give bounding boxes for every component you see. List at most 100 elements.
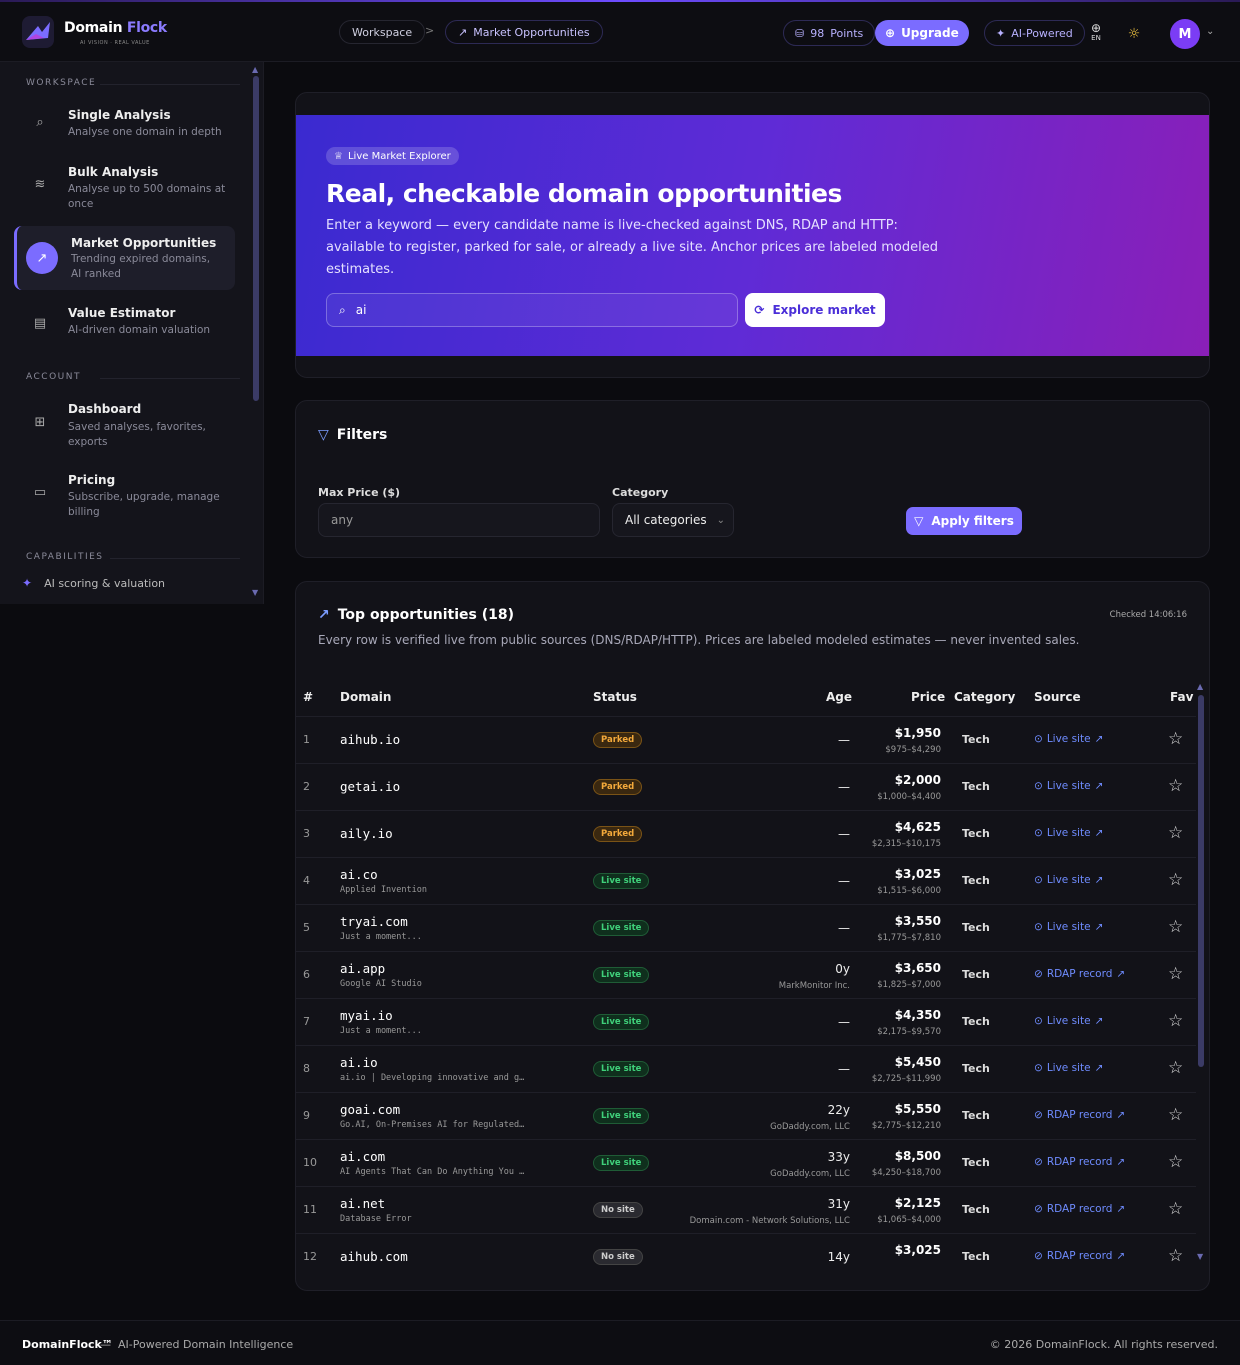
table-row[interactable]: 6 ai.app Google AI Studio Live site 0y MarkMo…	[296, 951, 1196, 998]
apply-filters-button[interactable]: ▽ Apply filters	[906, 507, 1022, 535]
sparkle-icon: ✦	[22, 576, 33, 590]
breadcrumb-current[interactable]: ↗ Market Opportunities	[445, 20, 603, 44]
sidebar-item-bulk-analysis[interactable]: ≋ Bulk Analysis Analyse up to 500 domain…	[14, 154, 235, 214]
favorite-star-icon[interactable]: ☆	[1168, 1199, 1183, 1219]
source-link[interactable]: ⊘ RDAP record ↗	[1034, 968, 1125, 980]
domain-name[interactable]: getai.io	[340, 779, 400, 794]
table-row[interactable]: 11 ai.net Database Error No site 31y Domain.c…	[296, 1186, 1196, 1233]
price-estimate: $3,025	[894, 867, 941, 881]
table-row[interactable]: 12 aihub.com No site 14y $3,025 Tech ⊘ RDAP rec…	[296, 1233, 1196, 1280]
table-row[interactable]: 2 getai.io Parked — $2,000 $1,000–$4,400 Tech ⊙…	[296, 763, 1196, 810]
source-link[interactable]: ⊘ RDAP record ↗	[1034, 1203, 1125, 1215]
domain-name[interactable]: ai.com	[340, 1149, 385, 1164]
source-link[interactable]: ⊙ Live site ↗	[1034, 874, 1103, 886]
source-link[interactable]: ⊙ Live site ↗	[1034, 827, 1103, 839]
sidebar-item-single-analysis[interactable]: ⌕ Single Analysis Analyse one domain in …	[14, 96, 235, 148]
status-badge: No site	[593, 1202, 643, 1218]
row-number: 7	[303, 1015, 310, 1028]
external-link-icon: ↗	[1094, 874, 1104, 886]
domainflock-logo-icon[interactable]	[22, 16, 54, 48]
domain-name[interactable]: tryai.com	[340, 914, 408, 929]
favorite-star-icon[interactable]: ☆	[1168, 823, 1183, 843]
table-row[interactable]: 7 myai.io Just a moment... Live site — $4,350…	[296, 998, 1196, 1045]
breadcrumb-workspace[interactable]: Workspace	[339, 20, 426, 44]
source-link[interactable]: ⊘ RDAP record ↗	[1034, 1109, 1125, 1121]
favorite-star-icon[interactable]: ☆	[1168, 917, 1183, 937]
language-switcher[interactable]: ⊕ EN	[1088, 22, 1104, 42]
upgrade-button[interactable]: ⊕ Upgrade	[875, 20, 969, 46]
theme-toggle-sun-icon[interactable]: ☼	[1126, 26, 1142, 42]
external-link-icon: ↗	[1094, 921, 1104, 933]
source-link[interactable]: ⊙ Live site ↗	[1034, 733, 1103, 745]
table-row[interactable]: 1 aihub.io Parked — $1,950 $975–$4,290 Tech ⊙ Li…	[296, 716, 1196, 763]
sidebar-scrollbar[interactable]	[253, 76, 259, 401]
sidebar-item-pricing[interactable]: ▭ Pricing Subscribe, upgrade, manage bil…	[14, 462, 235, 522]
site-title: Google AI Studio	[340, 979, 422, 989]
source-link[interactable]: ⊙ Live site ↗	[1034, 921, 1103, 933]
column-header-domain[interactable]: Domain	[340, 690, 391, 704]
domain-name[interactable]: aily.io	[340, 826, 393, 841]
category-select[interactable]: All categories ⌄	[612, 503, 734, 537]
scroll-up-arrow-icon[interactable]: ▲	[1197, 682, 1203, 691]
column-header-status[interactable]: Status	[593, 690, 637, 704]
keyword-search-input[interactable]: ⌕ ai	[326, 293, 738, 327]
table-scrollbar[interactable]	[1198, 695, 1204, 1067]
shield-icon: ⊘	[1034, 968, 1043, 980]
domain-name[interactable]: aihub.io	[340, 732, 400, 747]
domain-name[interactable]: ai.io	[340, 1055, 378, 1070]
section-label-capabilities: CAPABILITIES	[26, 552, 104, 562]
max-price-input[interactable]: any	[318, 503, 600, 537]
domain-name[interactable]: goai.com	[340, 1102, 400, 1117]
favorite-star-icon[interactable]: ☆	[1168, 964, 1183, 984]
external-link-icon: ↗	[1094, 827, 1104, 839]
domain-name[interactable]: ai.app	[340, 961, 385, 976]
user-avatar[interactable]: M	[1170, 19, 1200, 49]
favorite-star-icon[interactable]: ☆	[1168, 870, 1183, 890]
footer-tagline: — AI-Powered Domain Intelligence	[100, 1338, 294, 1351]
explore-market-button[interactable]: ⟳ Explore market	[745, 293, 885, 327]
favorite-star-icon[interactable]: ☆	[1168, 1152, 1183, 1172]
table-row[interactable]: 4 ai.co Applied Invention Live site — $3,025 $…	[296, 857, 1196, 904]
brand-name[interactable]: Domain Flock	[64, 20, 167, 36]
domain-name[interactable]: ai.co	[340, 867, 378, 882]
price-range: $975–$4,290	[885, 745, 941, 755]
domain-name[interactable]: aihub.com	[340, 1249, 408, 1264]
favorite-star-icon[interactable]: ☆	[1168, 1105, 1183, 1125]
scroll-down-arrow-icon[interactable]: ▼	[1197, 1252, 1203, 1261]
price-estimate: $5,550	[894, 1102, 941, 1116]
registrar: GoDaddy.com, LLC	[770, 1169, 850, 1179]
column-header-age[interactable]: Age	[826, 690, 852, 704]
column-header-category[interactable]: Category	[954, 690, 1015, 704]
table-row[interactable]: 8 ai.io ai.io | Developing innovative and …	[296, 1045, 1196, 1092]
price-estimate: $2,000	[894, 773, 941, 787]
site-title: Just a moment...	[340, 1026, 422, 1036]
source-link[interactable]: ⊙ Live site ↗	[1034, 780, 1103, 792]
table-row[interactable]: 5 tryai.com Just a moment... Live site — $3,5…	[296, 904, 1196, 951]
column-header-price[interactable]: Price	[911, 690, 945, 704]
table-row[interactable]: 9 goai.com Go.AI, On-Premises AI for Regul…	[296, 1092, 1196, 1139]
chevron-down-icon[interactable]: ⌄	[1206, 26, 1214, 37]
scroll-up-arrow-icon[interactable]: ▲	[252, 65, 258, 74]
domain-age: —	[838, 874, 850, 888]
divider	[110, 558, 240, 559]
sidebar-item-value-estimator[interactable]: ▤ Value Estimator AI-driven domain valua…	[14, 298, 235, 348]
favorite-star-icon[interactable]: ☆	[1168, 1246, 1183, 1266]
favorite-star-icon[interactable]: ☆	[1168, 776, 1183, 796]
source-link[interactable]: ⊘ RDAP record ↗	[1034, 1156, 1125, 1168]
sidebar-item-market-opportunities[interactable]: ↗ Market Opportunities Trending expired …	[14, 226, 235, 290]
price-estimate: $3,025	[894, 1243, 941, 1257]
scroll-down-arrow-icon[interactable]: ▼	[252, 588, 258, 597]
favorite-star-icon[interactable]: ☆	[1168, 1058, 1183, 1078]
domain-name[interactable]: myai.io	[340, 1008, 393, 1023]
points-badge[interactable]: ⛁ 98 Points	[783, 20, 876, 46]
source-link[interactable]: ⊙ Live site ↗	[1034, 1062, 1103, 1074]
source-link[interactable]: ⊘ RDAP record ↗	[1034, 1250, 1125, 1262]
table-row[interactable]: 3 aily.io Parked — $4,625 $2,315–$10,175 Tech ⊙…	[296, 810, 1196, 857]
price-range: $1,000–$4,400	[877, 792, 941, 802]
domain-name[interactable]: ai.net	[340, 1196, 385, 1211]
favorite-star-icon[interactable]: ☆	[1168, 729, 1183, 749]
table-row[interactable]: 10 ai.com AI Agents That Can Do Anything Y…	[296, 1139, 1196, 1186]
sidebar-item-dashboard[interactable]: ⊞ Dashboard Saved analyses, favorites, e…	[14, 392, 235, 452]
favorite-star-icon[interactable]: ☆	[1168, 1011, 1183, 1031]
source-link[interactable]: ⊙ Live site ↗	[1034, 1015, 1103, 1027]
